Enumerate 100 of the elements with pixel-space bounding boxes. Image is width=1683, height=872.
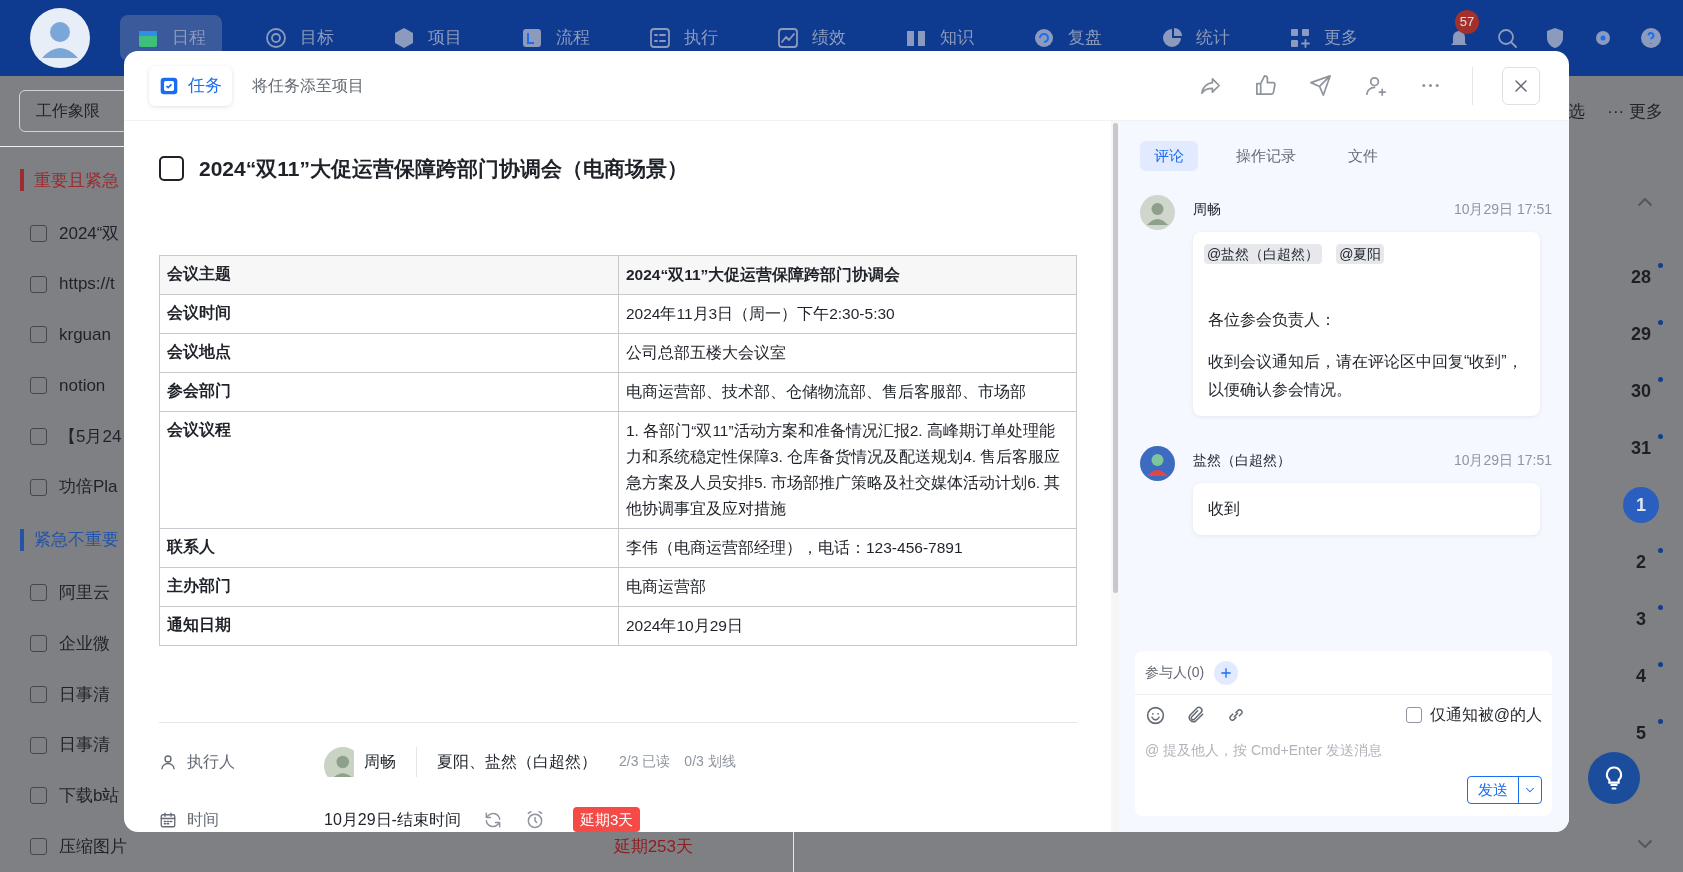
nav-tab[interactable]: 知识 <box>888 15 990 61</box>
calendar-day[interactable]: 29 <box>1623 316 1659 352</box>
nav-tab[interactable]: 执行 <box>632 15 734 61</box>
task-checkbox[interactable] <box>30 326 47 344</box>
nav-tab[interactable]: 更多 <box>1272 15 1374 61</box>
field-label: 执行人 <box>187 751 235 772</box>
person-add-icon[interactable] <box>1364 74 1387 97</box>
task-title[interactable]: 下载b站 <box>59 783 120 809</box>
add-participant-button[interactable] <box>1214 660 1239 685</box>
table-cell: 会议主题 <box>159 255 619 294</box>
calendar-day[interactable]: 3 <box>1623 601 1659 637</box>
panel-tab[interactable]: 操作记录 <box>1222 141 1310 171</box>
task-title[interactable]: 日事清 <box>59 732 110 758</box>
calendar-day[interactable]: 2 <box>1623 544 1659 580</box>
task-checkbox[interactable] <box>30 584 47 602</box>
task-title[interactable]: 日事清 <box>59 681 110 708</box>
task-title[interactable]: 功倍Pla <box>59 474 118 500</box>
task-checkbox[interactable] <box>30 685 47 703</box>
more-button[interactable]: ··· 更多 <box>1607 99 1663 125</box>
task-checkbox[interactable] <box>30 427 47 445</box>
mention-tag[interactable]: @夏阳 <box>1336 244 1385 264</box>
comment-time: 10月29日 17:51 <box>1453 199 1552 219</box>
task-title[interactable]: 压缩图片 <box>59 833 127 860</box>
table-cell: 2024年10月29日 <box>618 606 1077 645</box>
table-cell: 电商运营部 <box>618 567 1077 606</box>
task-checkbox[interactable] <box>30 377 47 395</box>
avatar[interactable] <box>30 8 90 68</box>
send-icon[interactable] <box>1309 74 1332 97</box>
calendar-day[interactable]: 4 <box>1623 658 1659 694</box>
table-cell: 通知日期 <box>159 606 619 645</box>
comment-input[interactable]: @ 提及他人，按 Cmd+Enter 发送消息 <box>1145 735 1542 765</box>
table-cell: 李伟（电商运营部经理），电话：123-456-7891 <box>618 528 1077 567</box>
scrollbar[interactable] <box>1112 123 1118 593</box>
table-cell: 参会部门 <box>159 372 619 411</box>
filter-button[interactable]: 选 <box>1568 99 1586 125</box>
nav-tab[interactable]: 统计 <box>1144 15 1246 61</box>
task-title[interactable]: 2024“双 <box>59 220 120 247</box>
emoji-icon[interactable] <box>1145 704 1166 726</box>
nav-tab[interactable]: 复盘 <box>1016 15 1118 61</box>
calendar-day[interactable]: 5 <box>1623 715 1659 751</box>
table-cell: 会议时间 <box>159 294 619 333</box>
table-cell: 联系人 <box>159 528 619 567</box>
task-title: 2024“双11”大促运营保障跨部门协调会（电商场景） <box>199 156 688 182</box>
task-checkbox[interactable] <box>30 838 47 856</box>
comment-author: 盐然（白超然） <box>1193 450 1291 470</box>
table-cell: 公司总部五楼大会议室 <box>618 333 1077 372</box>
chart-icon <box>776 26 800 50</box>
task-title[interactable]: notion <box>59 372 106 399</box>
complete-checkbox[interactable] <box>159 156 184 182</box>
panel-tab[interactable]: 评论 <box>1140 141 1198 171</box>
table-cell: 1. 各部门“双11”活动方案和准备情况汇报2. 高峰期订单处理能力和系统稳定性保障3. 仓库备货情况及配送规划4. 售后客服应急方案及人员安排5. 市场部推广策略及社交媒体活动计划6. 其他协调事宜及应对措施 <box>618 411 1077 528</box>
owner-name[interactable]: 周畅 <box>364 749 396 774</box>
task-checkbox[interactable] <box>30 224 47 242</box>
calendar-day[interactable]: 28 <box>1623 259 1659 295</box>
member-names[interactable]: 夏阳、盐然（白超然） <box>437 749 597 774</box>
notify-checkbox[interactable] <box>1405 707 1422 723</box>
task-type-chip[interactable]: 任务 <box>149 65 232 106</box>
nav-tab[interactable]: 项目 <box>376 15 478 61</box>
task-title[interactable]: 企业微 <box>59 630 110 657</box>
target-icon <box>264 26 288 50</box>
pie-icon <box>1160 26 1184 50</box>
table-cell: 会议议程 <box>159 411 619 528</box>
task-checkbox[interactable] <box>30 635 47 653</box>
task-title[interactable]: 阿里云 <box>59 580 110 606</box>
overdue-badge: 延期3天 <box>572 807 641 832</box>
task-title[interactable]: 【5月24 <box>59 423 122 450</box>
table-cell: 会议地点 <box>159 333 619 372</box>
mention-tag[interactable]: @盐然（白超然） <box>1204 244 1323 264</box>
table-cell: 电商运营部、技术部、仓储物流部、售后客服部、市场部 <box>618 372 1077 411</box>
participants-label: 参与人(0) <box>1145 663 1205 682</box>
help-icon[interactable] <box>1639 26 1663 50</box>
notification-badge: 57 <box>1455 10 1479 34</box>
grid-icon <box>1288 26 1312 50</box>
task-checkbox[interactable] <box>30 478 47 496</box>
search-icon[interactable] <box>1495 26 1519 50</box>
task-checkbox[interactable] <box>30 275 47 293</box>
comment-time: 10月29日 17:51 <box>1453 450 1552 470</box>
task-title[interactable]: krguan <box>59 322 111 348</box>
person-icon <box>159 752 177 771</box>
table-cell: 主办部门 <box>159 567 619 606</box>
date-range[interactable]: 10月29日-结束时间 <box>324 807 461 832</box>
task-checkbox[interactable] <box>30 787 47 805</box>
nav-tab[interactable]: 绩效 <box>760 15 862 61</box>
task-title[interactable]: https://t <box>59 271 115 297</box>
calendar-day[interactable]: 30 <box>1623 373 1659 409</box>
task-checkbox[interactable] <box>30 736 47 754</box>
close-button[interactable] <box>1502 66 1540 105</box>
quick-action-button[interactable] <box>1588 752 1640 804</box>
paperclip-icon[interactable] <box>1186 705 1206 725</box>
comment-text: 收到会议通知后，请在评论区中回复“收到”，以便确认参会情况。 <box>1208 352 1524 400</box>
comment-text: 各位参会负责人： <box>1208 310 1337 330</box>
calendar-day[interactable]: 1 <box>1623 487 1659 523</box>
thumbs-up-icon[interactable] <box>1254 74 1277 97</box>
table-cell: 2024“双11”大促运营保障跨部门协调会 <box>618 255 1077 294</box>
panel-tab[interactable]: 文件 <box>1334 141 1392 171</box>
avatar <box>324 746 354 777</box>
nav-tab[interactable]: 流程 <box>504 15 606 61</box>
nav-tab[interactable]: 目标 <box>248 15 350 61</box>
calendar-day[interactable]: 31 <box>1623 430 1659 466</box>
add-to-project-link[interactable]: 将任务添至项目 <box>252 73 364 98</box>
